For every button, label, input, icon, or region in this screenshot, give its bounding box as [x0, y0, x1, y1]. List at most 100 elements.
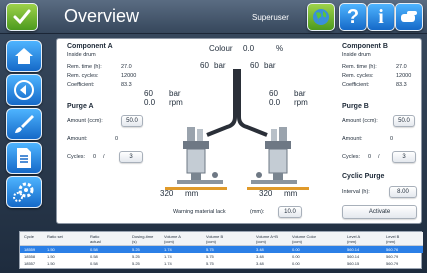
warning-input[interactable]: 10.0 — [278, 206, 302, 218]
col-cycle: Cycle — [24, 234, 35, 239]
globe-button[interactable] — [307, 3, 335, 31]
cell: 560.14 — [347, 254, 360, 259]
app-window: Overview Superuser ? i Component A Insid… — [0, 0, 427, 273]
purge-b-cycles: 0 — [368, 154, 372, 160]
info-button[interactable]: i — [367, 3, 395, 31]
cell: 5.25 — [132, 247, 140, 252]
cell: 1.74 — [164, 261, 172, 266]
cell: 560.79 — [386, 261, 399, 266]
cyclic-purge-interval-input[interactable]: 8.00 — [389, 186, 417, 198]
dosing-diagram — [165, 69, 309, 190]
cell: 560.79 — [386, 254, 399, 259]
purge-a-title: Purge A — [67, 103, 94, 110]
component-b-rem-cycles-label: Rem. cycles: — [342, 73, 374, 79]
settings-button[interactable] — [6, 176, 42, 208]
col-volume-b: Volume B (ccm) — [206, 234, 224, 244]
component-b-rem-cycles: 12000 — [396, 73, 412, 79]
col-level-a: Level A (mm) — [347, 234, 360, 244]
cell: 18557 — [24, 261, 36, 266]
col-volume-a: Volume A (ccm) — [164, 234, 181, 244]
cell: 1.50 — [47, 247, 55, 252]
cell: 3.48 — [256, 247, 264, 252]
colour-unit: % — [276, 44, 284, 53]
edit-button[interactable] — [6, 108, 42, 140]
document-button[interactable] — [6, 142, 42, 174]
cell: 0.00 — [292, 254, 300, 259]
cyclic-purge-interval-label: Interval (h): — [342, 189, 370, 195]
pump-b-icon — [251, 127, 297, 184]
globe-icon — [313, 9, 329, 25]
cell: 1.74 — [164, 247, 172, 252]
cell: 3.48 — [256, 261, 264, 266]
activate-button[interactable]: Activate — [342, 205, 417, 219]
cell: 1.74 — [164, 254, 172, 259]
cell: 3.48 — [256, 254, 264, 259]
purge-a-amount-ccm-label: Amount (ccm): — [67, 118, 103, 124]
col-dosing-time: Dosing-time (s) — [132, 234, 154, 244]
question-icon: ? — [346, 5, 360, 28]
cell: 560.14 — [347, 247, 360, 252]
cell: 560.15 — [347, 261, 360, 266]
purge-b-cycles-input[interactable]: 3 — [392, 151, 416, 163]
hand-icon — [401, 11, 417, 22]
purge-b-cycles-separator: / — [378, 154, 380, 160]
pipe-b — [237, 69, 268, 137]
purge-b-amount: 0 — [390, 136, 394, 142]
cycle-log-table: Cycle Ratio set Ratio actual Dosing-time… — [19, 231, 423, 269]
cell: 0.58 — [90, 261, 98, 266]
cell: 5.75 — [206, 261, 214, 266]
purge-a-amount-input[interactable]: 50.0 — [121, 115, 143, 127]
table-header: Cycle Ratio set Ratio actual Dosing-time… — [20, 232, 423, 246]
purge-b-amount-label: Amount: — [342, 136, 363, 142]
confirm-button[interactable] — [6, 3, 38, 31]
col-ratio-actual: Ratio actual — [90, 234, 101, 244]
cyclic-purge-title: Cyclic Purge — [342, 173, 385, 180]
back-button[interactable] — [6, 74, 42, 106]
cell: 5.75 — [206, 254, 214, 259]
component-b-subtitle: Inside drum — [342, 52, 371, 58]
document-icon — [17, 148, 31, 168]
component-a-subtitle: Inside drum — [67, 52, 96, 58]
pump-b-stroke-unit: mm — [284, 189, 298, 198]
warning-unit: (mm): — [250, 209, 265, 215]
component-a-coefficient: 83.3 — [121, 82, 132, 88]
warning-label: Warning material lack — [173, 209, 226, 215]
user-label: Superuser — [252, 13, 289, 22]
pump-a-stroke-unit: mm — [185, 189, 199, 198]
cell: 5.75 — [206, 247, 214, 252]
table-row[interactable]: 18558 1.50 0.58 5.25 1.74 5.75 3.48 0.00… — [20, 253, 423, 260]
cell: 560.76 — [386, 247, 399, 252]
cell: 18559 — [24, 247, 36, 252]
checkmark-icon — [13, 9, 31, 25]
top-bar: Overview Superuser ? i — [0, 0, 427, 34]
col-level-b: Level B (mm) — [386, 234, 400, 244]
gear-icon — [13, 182, 34, 202]
purge-b-amount-ccm-label: Amount (ccm): — [342, 118, 378, 124]
purge-a-cycles: 0 — [93, 154, 97, 160]
component-b-rem-time: 27.0 — [396, 64, 407, 70]
component-b-rem-time-label: Rem. time (h): — [342, 64, 377, 70]
cell: 1.50 — [47, 261, 55, 266]
home-icon — [15, 48, 33, 64]
component-a-rem-time-label: Rem. time (h): — [67, 64, 102, 70]
component-a-rem-cycles: 12000 — [121, 73, 137, 79]
purge-b-amount-input[interactable]: 50.0 — [393, 115, 415, 127]
home-button[interactable] — [6, 40, 42, 72]
table-row[interactable]: 18559 1.50 0.58 5.25 1.74 5.75 3.48 0.00… — [20, 246, 423, 253]
overview-panel: Component A Inside drum Rem. time (h): 2… — [56, 38, 422, 224]
cell: 18558 — [24, 254, 36, 259]
component-b-coefficient: 83.3 — [396, 82, 407, 88]
component-a-coefficient-label: Coefficient: — [67, 82, 95, 88]
component-b-title: Component B — [342, 43, 388, 50]
help-button[interactable]: ? — [339, 3, 367, 31]
cell: 1.50 — [47, 254, 55, 259]
table-row[interactable]: 18557 1.50 0.58 5.25 1.74 5.75 3.48 0.00… — [20, 260, 423, 267]
cell: 0.00 — [292, 261, 300, 266]
purge-a-cycles-input[interactable]: 3 — [119, 151, 143, 163]
hand-button[interactable] — [395, 3, 423, 31]
back-arrow-icon — [14, 80, 34, 100]
page-title: Overview — [64, 6, 140, 26]
col-volume-ab: Volume A+B (ccm) — [256, 234, 278, 244]
component-a-title: Component A — [67, 43, 113, 50]
colour-value: 0.0 — [243, 44, 255, 53]
